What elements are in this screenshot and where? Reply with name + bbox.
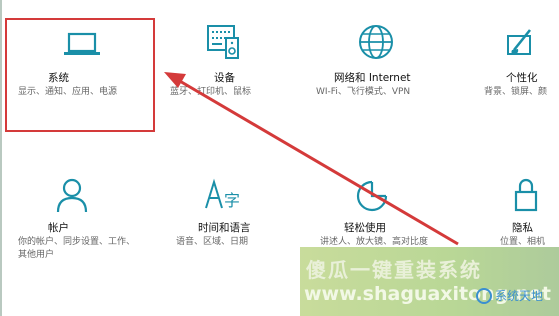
globe-icon [359, 25, 393, 59]
svg-text:字: 字 [224, 191, 240, 210]
tile-devices-title: 设备 [214, 72, 235, 84]
tile-personalization-desc: 背景、锁屏、颜 [484, 87, 548, 97]
watermark-logo: 系统天地 [475, 283, 553, 309]
tile-time-language-title: 时间和语言 [198, 222, 251, 234]
time-language-icon: 字 [205, 178, 240, 210]
tile-accounts-desc: 你的帐户、同步设置、工作、其他用户 [18, 237, 136, 260]
person-icon [56, 178, 88, 213]
logo-icon [476, 288, 492, 304]
paint-brush-icon [507, 29, 532, 55]
tile-devices-desc: 蓝牙、打印机、鼠标 [170, 87, 252, 97]
keyboard-speaker-icon [207, 25, 239, 59]
tile-devices[interactable]: 设备 蓝牙、打印机、鼠标 [170, 22, 305, 142]
tile-network-desc: WI-Fi、飞行模式、VPN [316, 87, 411, 97]
tile-ease-of-access-title: 轻松使用 [344, 222, 386, 234]
ease-of-access-icon [356, 180, 388, 212]
lock-icon [514, 178, 538, 212]
tile-network[interactable]: 网络和 Internet WI-Fi、飞行模式、VPN [316, 22, 451, 142]
tile-accounts-title: 帐户 [48, 222, 69, 234]
window-left-edge [0, 0, 2, 316]
tile-personalization-title: 个性化 [506, 72, 538, 84]
highlight-box [5, 18, 155, 132]
tile-time-language-desc: 语音、区域、日期 [176, 237, 249, 247]
watermark-logo-text: 系统天地 [495, 289, 544, 303]
tile-network-title: 网络和 Internet [334, 72, 411, 84]
tile-privacy-title: 隐私 [512, 222, 533, 234]
watermark-title: 傻瓜一键重装系统 [306, 258, 482, 282]
tile-personalization[interactable]: 个性化 背景、锁屏、颜 [474, 22, 559, 142]
tile-time-language[interactable]: 字 时间和语言 语音、区域、日期 [176, 172, 311, 292]
tile-accounts[interactable]: 帐户 你的帐户、同步设置、工作、其他用户 [18, 172, 153, 292]
